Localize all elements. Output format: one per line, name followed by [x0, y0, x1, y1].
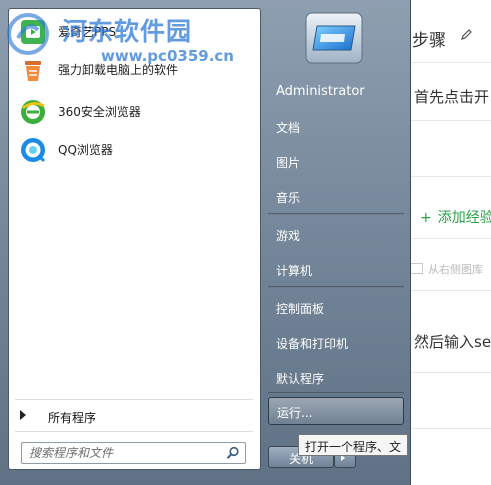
programs-separator: [15, 399, 253, 400]
menu-separator: [268, 392, 404, 394]
divider: [406, 62, 491, 63]
edit-icon[interactable]: [459, 28, 473, 42]
program-label: QQ浏览器: [58, 143, 113, 157]
add-experience-link[interactable]: + 添加经验: [420, 207, 491, 227]
watermark-url: www.pc0359.cn: [101, 47, 234, 65]
divider: [406, 176, 491, 177]
image-library-note[interactable]: 从右侧图库: [410, 261, 483, 277]
program-item-qq-browser[interactable]: QQ浏览器: [15, 133, 253, 167]
devices-printers-link[interactable]: 设备和打印机: [276, 335, 348, 352]
watermark-name: 河东软件园: [62, 17, 193, 46]
picture-icon: [410, 263, 423, 274]
documents-link[interactable]: 文档: [276, 119, 300, 136]
music-link[interactable]: 音乐: [276, 189, 300, 206]
programs-separator: [15, 431, 253, 432]
start-menu: 爱奇艺PPS 强力卸载电脑上的软件 360安全浏览器 QQ浏览器 所有程序 搜索…: [0, 0, 411, 485]
run-label: 运行...: [277, 406, 313, 420]
image-library-label: 从右侧图库: [428, 263, 483, 276]
computer-link[interactable]: 计算机: [276, 262, 312, 279]
run-command-button[interactable]: 运行...: [268, 397, 404, 425]
pictures-link[interactable]: 图片: [276, 154, 300, 171]
programs-pane: 爱奇艺PPS 强力卸载电脑上的软件 360安全浏览器 QQ浏览器 所有程序 搜索…: [8, 8, 261, 470]
expand-arrow-icon: [20, 410, 26, 420]
step-text-1: 首先点击开: [414, 88, 490, 106]
menu-separator: [268, 213, 404, 215]
user-name-link[interactable]: Administrator: [276, 84, 365, 99]
default-programs-link[interactable]: 默认程序: [276, 370, 324, 387]
search-icon[interactable]: [226, 446, 240, 460]
all-programs-button[interactable]: 所有程序: [17, 405, 253, 427]
360-browser-icon: [21, 100, 45, 124]
divider: [406, 238, 491, 239]
start-search-box[interactable]: [21, 442, 246, 464]
qq-browser-icon: [21, 138, 46, 163]
menu-separator: [268, 286, 404, 288]
divider: [406, 290, 491, 291]
games-link[interactable]: 游戏: [276, 227, 300, 244]
add-experience-label: 添加经验: [437, 210, 491, 226]
divider: [406, 428, 491, 429]
uninstall-icon: [25, 61, 41, 81]
all-programs-label: 所有程序: [48, 411, 97, 425]
run-tooltip: 打开一个程序、文: [298, 434, 408, 456]
user-picture-icon[interactable]: [305, 12, 363, 64]
step-title: 步骤: [412, 31, 446, 51]
divider: [406, 372, 491, 373]
start-search-input[interactable]: [22, 443, 219, 463]
program-label: 360安全浏览器: [58, 105, 141, 119]
control-panel-link[interactable]: 控制面板: [276, 300, 324, 317]
divider: [406, 120, 491, 121]
program-item-360-browser[interactable]: 360安全浏览器: [15, 95, 253, 129]
tooltip-text: 打开一个程序、文: [305, 440, 402, 454]
watermark-logo-icon: [7, 13, 49, 55]
step-text-2: 然后输入se: [414, 333, 491, 351]
